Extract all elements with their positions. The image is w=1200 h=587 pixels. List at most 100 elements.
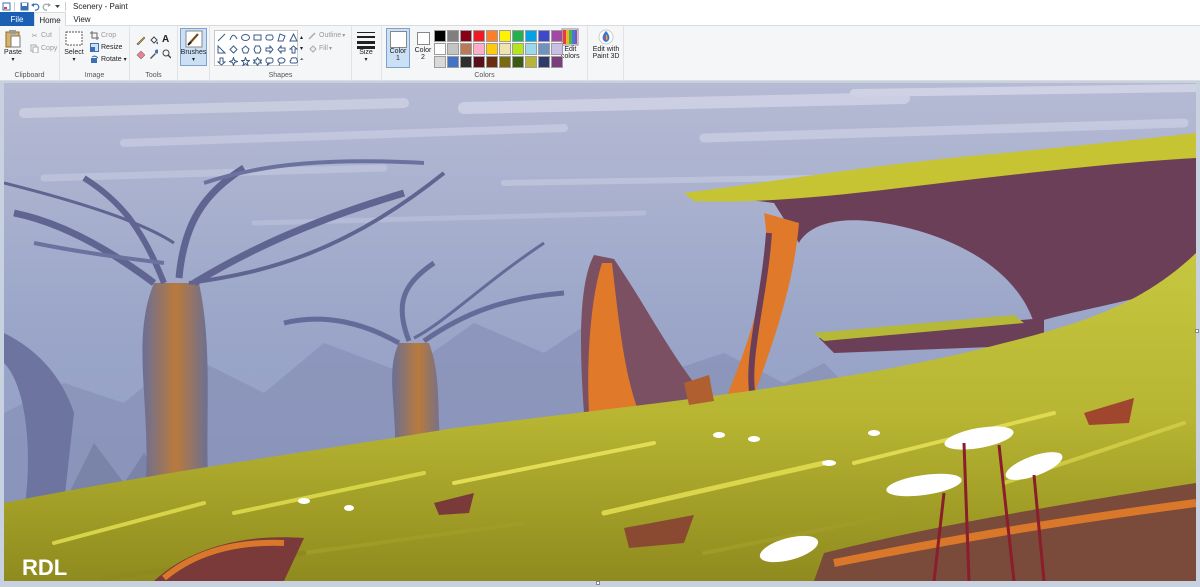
- svg-text:RDL: RDL: [22, 555, 67, 580]
- tab-view[interactable]: View: [66, 12, 98, 26]
- triangle-shape[interactable]: [288, 32, 299, 43]
- palette-swatch[interactable]: [551, 43, 563, 55]
- pentagon-shape[interactable]: [240, 44, 251, 55]
- palette-swatch[interactable]: [460, 30, 472, 42]
- rotate-button[interactable]: Rotate ▾: [90, 54, 127, 65]
- brushes-button[interactable]: Brushes ▾: [180, 28, 207, 66]
- expand-gallery-icon: ⩡: [300, 57, 304, 63]
- pencil-tool[interactable]: [136, 34, 147, 45]
- paste-dropdown-icon[interactable]: ▾: [11, 56, 14, 63]
- palette-swatch[interactable]: [434, 43, 446, 55]
- image-group: Select ▾ Crop Resize Rotate ▾ Image: [60, 26, 130, 81]
- six-point-star-shape[interactable]: [252, 56, 263, 67]
- oval-shape[interactable]: [240, 32, 251, 43]
- palette-swatch[interactable]: [512, 43, 524, 55]
- palette-swatch[interactable]: [460, 56, 472, 68]
- palette-swatch[interactable]: [538, 30, 550, 42]
- five-point-star-shape[interactable]: [240, 56, 251, 67]
- palette-swatch[interactable]: [473, 56, 485, 68]
- left-arrow-shape[interactable]: [276, 44, 287, 55]
- palette-swatch[interactable]: [486, 56, 498, 68]
- up-arrow-shape[interactable]: [288, 44, 299, 55]
- diamond-shape[interactable]: [228, 44, 239, 55]
- palette-swatch[interactable]: [460, 43, 472, 55]
- text-tool[interactable]: A: [162, 34, 169, 45]
- undo-icon[interactable]: [31, 2, 40, 11]
- tab-home[interactable]: Home: [34, 12, 66, 27]
- fill-tool[interactable]: [149, 34, 160, 45]
- palette-swatch[interactable]: [551, 56, 563, 68]
- down-arrow-shape[interactable]: [216, 56, 227, 67]
- palette-swatch[interactable]: [434, 30, 446, 42]
- oval-callout-shape[interactable]: [276, 56, 287, 67]
- paste-button[interactable]: Paste ▾: [4, 29, 22, 63]
- shapes-scroll-up[interactable]: ▴: [300, 32, 303, 43]
- right-triangle-shape[interactable]: [216, 44, 227, 55]
- outline-button[interactable]: Outline ▾: [308, 30, 345, 41]
- text-tool-icon: A: [162, 34, 170, 45]
- four-point-star-shape[interactable]: [228, 56, 239, 67]
- palette-swatch[interactable]: [473, 30, 485, 42]
- fill-button[interactable]: Fill ▾: [308, 43, 332, 54]
- color1-button[interactable]: Color 1: [386, 28, 410, 68]
- palette-swatch[interactable]: [538, 56, 550, 68]
- cloud-callout-shape[interactable]: [288, 56, 299, 67]
- hexagon-shape[interactable]: [252, 44, 263, 55]
- palette-swatch[interactable]: [473, 43, 485, 55]
- canvas-resize-handle-bottom[interactable]: [596, 581, 600, 585]
- palette-swatch[interactable]: [512, 56, 524, 68]
- rectangle-shape[interactable]: [252, 32, 263, 43]
- outline-icon: [308, 31, 317, 40]
- crop-button[interactable]: Crop: [90, 30, 116, 41]
- color2-button[interactable]: Color 2: [412, 28, 434, 68]
- brushes-dropdown-icon[interactable]: ▾: [192, 56, 195, 63]
- crop-icon: [90, 31, 99, 40]
- rounded-rectangle-shape[interactable]: [264, 32, 275, 43]
- palette-swatch[interactable]: [447, 43, 459, 55]
- drawing-canvas[interactable]: RDL: [4, 83, 1196, 581]
- size-button[interactable]: Size ▾: [356, 29, 376, 63]
- save-icon[interactable]: [20, 2, 29, 11]
- palette-swatch[interactable]: [499, 56, 511, 68]
- palette-swatch[interactable]: [551, 30, 563, 42]
- palette-swatch[interactable]: [525, 43, 537, 55]
- magnifier-tool[interactable]: [162, 48, 173, 59]
- copy-button[interactable]: Copy: [30, 43, 57, 54]
- cut-button[interactable]: ✂ Cut: [30, 30, 52, 41]
- right-arrow-shape[interactable]: [264, 44, 275, 55]
- palette-swatch[interactable]: [525, 56, 537, 68]
- curve-shape[interactable]: [228, 32, 239, 43]
- palette-swatch[interactable]: [499, 43, 511, 55]
- palette-swatch[interactable]: [499, 30, 511, 42]
- palette-swatch[interactable]: [512, 30, 524, 42]
- rotate-dropdown-icon[interactable]: ▾: [124, 56, 127, 63]
- color-picker-tool[interactable]: [149, 48, 160, 59]
- magnifier-icon: [162, 49, 171, 58]
- resize-button[interactable]: Resize: [90, 42, 122, 53]
- palette-swatch[interactable]: [525, 30, 537, 42]
- shapes-expand[interactable]: ⩡: [300, 55, 303, 66]
- copy-icon: [30, 44, 39, 53]
- eraser-tool[interactable]: [136, 48, 147, 59]
- polygon-shape[interactable]: [276, 32, 287, 43]
- rounded-callout-shape[interactable]: [264, 56, 275, 67]
- edit-colors-button[interactable]: Edit colors: [561, 28, 580, 60]
- line-shape[interactable]: [216, 32, 227, 43]
- tab-file[interactable]: File: [0, 12, 34, 26]
- palette-swatch[interactable]: [434, 56, 446, 68]
- size-dropdown-icon[interactable]: ▾: [364, 56, 367, 63]
- rotate-icon: [90, 55, 99, 64]
- edit-with-paint3d-button[interactable]: Edit with Paint 3D: [590, 28, 622, 60]
- redo-icon[interactable]: [42, 2, 51, 11]
- palette-swatch[interactable]: [447, 56, 459, 68]
- select-dropdown-icon[interactable]: ▾: [72, 56, 75, 63]
- palette-swatch[interactable]: [447, 30, 459, 42]
- palette-swatch[interactable]: [486, 43, 498, 55]
- palette-swatch[interactable]: [538, 43, 550, 55]
- canvas-resize-handle-right[interactable]: [1195, 329, 1199, 333]
- shapes-scroll-down[interactable]: ▾: [300, 43, 303, 54]
- shapes-group: ▴ ▾ ⩡ Outline ▾ Fill ▾ Shapes: [210, 26, 352, 81]
- customize-quick-access-icon[interactable]: [53, 2, 62, 11]
- palette-swatch[interactable]: [486, 30, 498, 42]
- select-button[interactable]: Select ▾: [64, 29, 84, 63]
